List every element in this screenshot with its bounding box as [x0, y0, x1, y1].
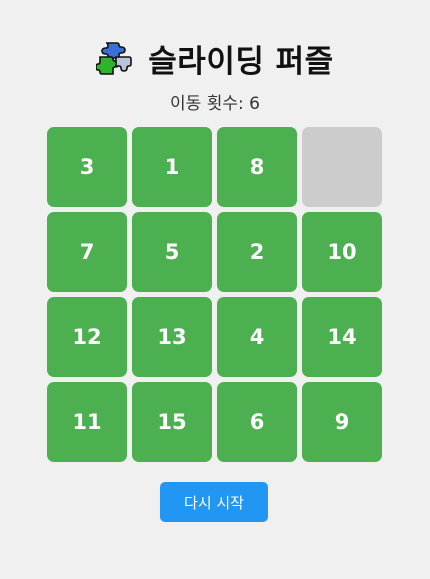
puzzle-tile-5[interactable]: 5: [132, 212, 212, 292]
puzzle-tile-3[interactable]: 3: [47, 127, 127, 207]
puzzle-tile-6[interactable]: 6: [217, 382, 297, 462]
puzzle-tile-13[interactable]: 13: [132, 297, 212, 377]
puzzle-tile-8[interactable]: 8: [217, 127, 297, 207]
puzzle-tile-7[interactable]: 7: [47, 212, 127, 292]
move-counter: 이동 횟수: 6: [170, 94, 260, 114]
puzzle-tile-15[interactable]: 15: [132, 382, 212, 462]
puzzle-tile-14[interactable]: 14: [302, 297, 382, 377]
header: 슬라이딩 퍼즐: [0, 36, 430, 81]
puzzle-tile-4[interactable]: 4: [217, 297, 297, 377]
page-title: 슬라이딩 퍼즐: [148, 44, 334, 80]
puzzle-tile-9[interactable]: 9: [302, 382, 382, 462]
puzzle-tile-10[interactable]: 10: [302, 212, 382, 292]
restart-button[interactable]: 다시 시작: [160, 482, 268, 522]
puzzle-tile-12[interactable]: 12: [47, 297, 127, 377]
puzzle-tile-11[interactable]: 11: [47, 382, 127, 462]
empty-tile: [302, 127, 382, 207]
puzzle-tile-1[interactable]: 1: [132, 127, 212, 207]
puzzle-tile-2[interactable]: 2: [217, 212, 297, 292]
puzzle-piece-icon: [95, 40, 134, 78]
puzzle-board: 3 1 8 7 5 2 10 12 13 4 14 11 15 6 9: [47, 127, 383, 463]
